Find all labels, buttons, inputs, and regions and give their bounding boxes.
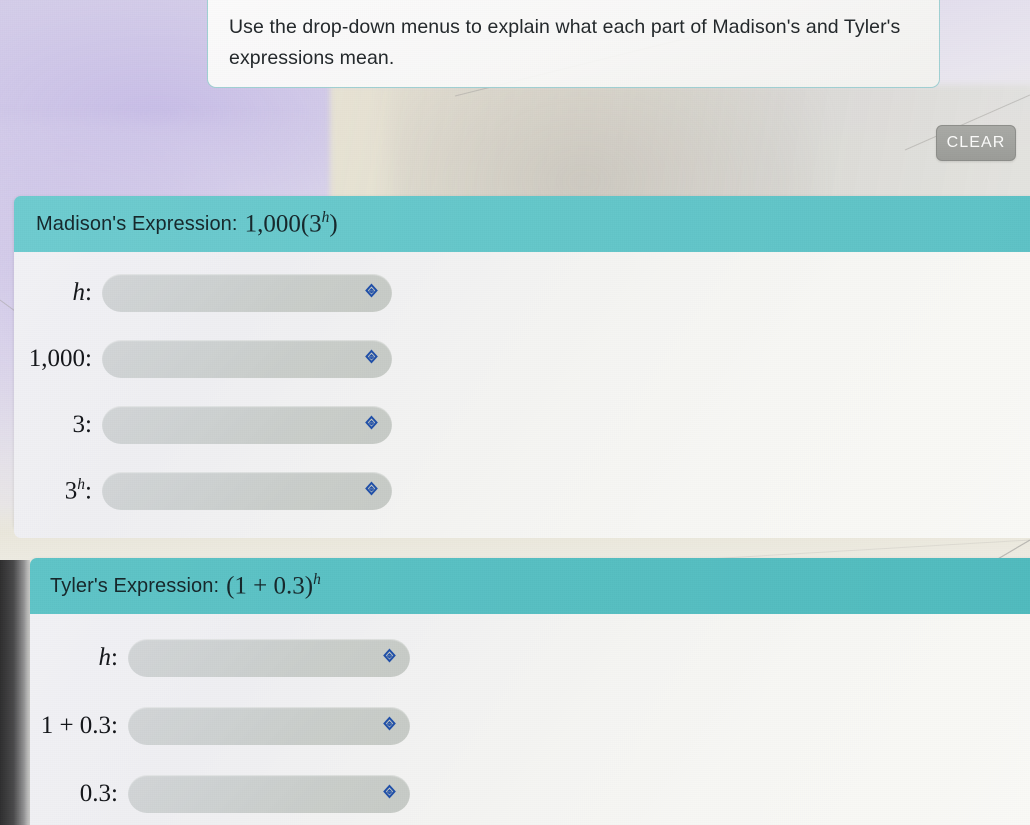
madison-row-3h: 3h: <box>14 458 1030 524</box>
tyler-row-1plus03: 1 + 0.3: <box>30 692 1030 760</box>
madison-header-expression: 1,000(3h) <box>244 209 338 238</box>
tyler-card-body: h: 1 + 0.3: 0.3: <box>30 614 1030 825</box>
madison-row-1000: 1,000: <box>14 326 1030 392</box>
madison-dropdown-h[interactable] <box>102 274 392 312</box>
madison-row-3: 3: <box>14 392 1030 458</box>
tyler-expression-card: Tyler's Expression: (1 + 0.3)h h: 1 + 0.… <box>30 558 1030 825</box>
madison-header-label: Madison's Expression: <box>36 212 238 235</box>
background-dark-edge <box>0 560 30 825</box>
madison-row-label-h: h: <box>72 279 92 306</box>
tyler-dropdown-h[interactable] <box>128 639 410 677</box>
madison-row-label-3: 3: <box>72 411 92 438</box>
tyler-header-label: Tyler's Expression: <box>50 574 220 597</box>
tyler-row-h: h: <box>30 624 1030 692</box>
tyler-header-expression: (1 + 0.3)h <box>226 571 321 600</box>
madison-dropdown-3h[interactable] <box>102 472 392 510</box>
madison-expression-card: Madison's Expression: 1,000(3h) h: 1,000… <box>14 196 1030 538</box>
tyler-row-label-03: 0.3: <box>79 780 118 807</box>
madison-row-h: h: <box>14 260 1030 326</box>
instruction-card: Use the drop-down menus to explain what … <box>207 0 940 88</box>
madison-dropdown-1000[interactable] <box>102 340 392 378</box>
madison-row-label-1000: 1,000: <box>28 345 92 372</box>
madison-row-label-3h: 3h: <box>64 476 92 505</box>
tyler-row-03: 0.3: <box>30 760 1030 825</box>
madison-card-body: h: 1,000: 3: 3h: <box>14 252 1030 538</box>
madison-dropdown-3[interactable] <box>102 406 392 444</box>
madison-card-header: Madison's Expression: 1,000(3h) <box>14 196 1030 252</box>
tyler-row-label-1plus03: 1 + 0.3: <box>40 712 118 739</box>
app-screen: Use the drop-down menus to explain what … <box>0 0 1030 825</box>
tyler-card-header: Tyler's Expression: (1 + 0.3)h <box>30 558 1030 614</box>
instruction-text: Use the drop-down menus to explain what … <box>229 16 901 69</box>
tyler-row-label-h: h: <box>98 644 118 671</box>
tyler-dropdown-03[interactable] <box>128 775 410 813</box>
clear-button[interactable]: CLEAR <box>936 125 1016 161</box>
tyler-dropdown-1plus03[interactable] <box>128 707 410 745</box>
